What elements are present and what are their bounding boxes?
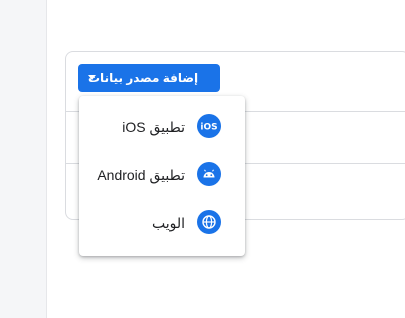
menu-item-label: تطبيق Android: [97, 167, 185, 183]
menu-item-web[interactable]: الويب: [79, 200, 245, 248]
data-source-menu: iOS تطبيق iOS تطبيق Android الويب: [79, 96, 245, 256]
menu-item-android[interactable]: تطبيق Android: [79, 152, 245, 200]
add-data-source-label: إضافة مصدر بيانات: [88, 71, 199, 85]
menu-item-label: الويب: [151, 215, 185, 231]
menu-item-label: تطبيق iOS: [122, 119, 185, 135]
menu-item-ios[interactable]: iOS تطبيق iOS: [79, 104, 245, 152]
left-sidebar: [0, 0, 47, 318]
svg-text:iOS: iOS: [200, 123, 217, 133]
add-data-source-button[interactable]: إضافة مصدر بيانات: [78, 64, 220, 92]
android-icon: [197, 162, 221, 186]
web-globe-icon: [197, 210, 221, 234]
ios-icon: iOS: [197, 114, 221, 138]
dropdown-caret-icon: [88, 75, 96, 80]
